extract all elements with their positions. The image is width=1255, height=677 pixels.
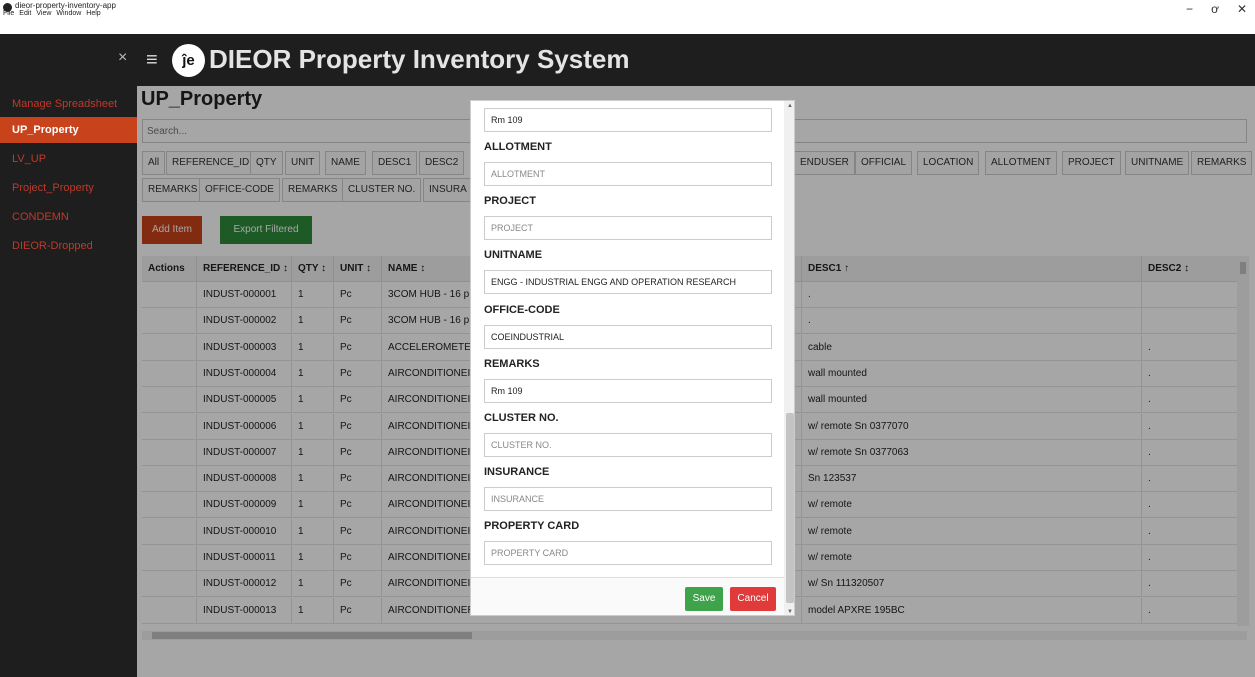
cluster-no-field[interactable] <box>484 433 772 457</box>
menu-help[interactable]: Help <box>86 10 100 17</box>
os-title-bar: dieor-property-inventory-app File Edit V… <box>0 0 1255 20</box>
edit-item-modal: ALLOTMENT PROJECT UNITNAME OFFICE-CODE REMAR… <box>470 100 795 616</box>
project-label: PROJECT <box>484 195 536 208</box>
modal-scroll-thumb[interactable] <box>786 413 794 603</box>
project-field[interactable] <box>484 216 772 241</box>
modal-footer: Save Cancel <box>471 577 784 615</box>
property-card-label: PROPERTY CARD <box>484 520 580 533</box>
hamburger-menu-icon[interactable]: ≡ <box>146 49 158 72</box>
sidebar-item-condemn[interactable]: CONDEMN <box>0 204 137 230</box>
allotment-label: ALLOTMENT <box>484 141 552 153</box>
cancel-button[interactable]: Cancel <box>730 587 776 611</box>
close-sidebar-icon[interactable]: × <box>118 49 127 67</box>
sidebar-item-lv-up[interactable]: LV_UP <box>0 146 137 172</box>
menu-file[interactable]: File <box>3 10 14 17</box>
menu-edit[interactable]: Edit <box>19 10 31 17</box>
save-button[interactable]: Save <box>685 587 723 611</box>
window-controls: − ơ ✕ <box>1186 2 1247 16</box>
remarks-field[interactable] <box>484 378 772 403</box>
close-window-icon[interactable]: ✕ <box>1237 2 1247 16</box>
maximize-icon[interactable]: ơ <box>1211 2 1219 16</box>
office-code-label: OFFICE-CODE <box>484 303 560 316</box>
modal-scrollbar[interactable]: ▲ ▼ <box>784 101 794 615</box>
allotment-field[interactable] <box>484 162 772 186</box>
unitname-label: UNITNAME <box>484 249 543 262</box>
menu-bar: File Edit View Window Help <box>3 10 101 17</box>
sidebar-item-project-property[interactable]: Project_Property <box>0 175 137 201</box>
office-code-field[interactable] <box>484 324 772 349</box>
unitname-field[interactable] <box>484 270 772 295</box>
property-card-field[interactable] <box>484 541 772 566</box>
scroll-up-icon[interactable]: ▲ <box>787 103 793 109</box>
sidebar-item-dieor-dropped[interactable]: DIEOR-Dropped <box>0 233 137 259</box>
window-title: dieor-property-inventory-app <box>15 1 116 10</box>
minimize-icon[interactable]: − <box>1186 2 1193 16</box>
location-field[interactable] <box>484 108 772 132</box>
sidebar-item-manage-spreadsheet[interactable]: Manage Spreadsheet <box>0 91 137 117</box>
sidebar-item-up-property[interactable]: UP_Property <box>0 117 137 143</box>
cluster-no-label: CLUSTER NO. <box>484 412 559 424</box>
sidebar: × Manage Spreadsheet UP_Property LV_UP P… <box>0 34 137 677</box>
menu-window[interactable]: Window <box>56 10 81 17</box>
insurance-label: INSURANCE <box>484 466 550 479</box>
app-logo: ĵe <box>172 44 205 77</box>
app-header: ≡ ĵe DIEOR Property Inventory System <box>137 34 1255 86</box>
modal-body: ALLOTMENT PROJECT UNITNAME OFFICE-CODE REMAR… <box>471 101 784 577</box>
menu-view[interactable]: View <box>36 10 51 17</box>
scroll-down-icon[interactable]: ▼ <box>787 609 793 615</box>
app-title: DIEOR Property Inventory System <box>209 44 630 74</box>
remarks-label: REMARKS <box>484 357 540 370</box>
insurance-field[interactable] <box>484 487 772 512</box>
